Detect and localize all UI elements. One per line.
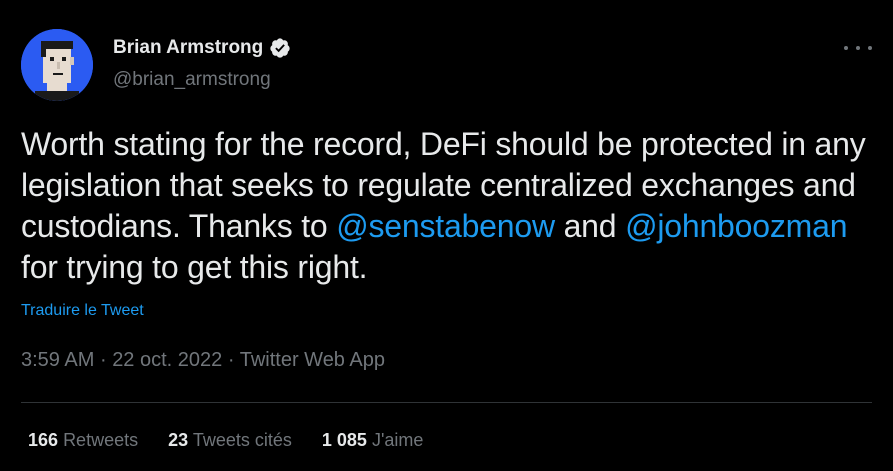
verified-badge-icon [270, 38, 290, 58]
retweets-label: Retweets [63, 430, 139, 450]
quotes-count: 23 [168, 430, 189, 450]
likes-stat[interactable]: 1 085 J'aime [322, 430, 424, 451]
author-handle[interactable]: @brian_armstrong [113, 69, 271, 91]
tweet-source[interactable]: Twitter Web App [240, 349, 385, 371]
more-dot [844, 46, 848, 50]
translate-tweet-link[interactable]: Traduire le Tweet [21, 302, 144, 320]
tweet-text-part: for trying to get this right. [21, 249, 368, 285]
tweet-card: Brian Armstrong @brian_armstrong Worth s… [0, 0, 893, 471]
retweets-count: 166 [28, 430, 59, 450]
more-dot [868, 46, 872, 50]
tweet-text: Worth stating for the record, DeFi shoul… [21, 124, 881, 288]
more-options-icon[interactable] [844, 38, 872, 58]
retweets-stat[interactable]: 166 Retweets [28, 430, 138, 451]
avatar[interactable] [21, 29, 93, 101]
author-name-row[interactable]: Brian Armstrong [113, 37, 291, 59]
author-display-name[interactable]: Brian Armstrong [113, 37, 263, 59]
likes-label: J'aime [371, 430, 424, 450]
mention-link[interactable]: @senstabenow [336, 208, 555, 244]
pixel-punk-avatar-icon [21, 29, 93, 101]
tweet-meta: 3:59 AM · 22 oct. 2022 · Twitter Web App [21, 349, 385, 372]
quotes-label: Tweets cités [192, 430, 292, 450]
meta-separator: · [99, 349, 107, 371]
tweet-stats: 166 Retweets 23 Tweets cités 1 085 J'aim… [28, 430, 423, 451]
divider [21, 402, 872, 403]
quotes-stat[interactable]: 23 Tweets cités [168, 430, 292, 451]
tweet-time[interactable]: 3:59 AM [21, 349, 94, 371]
meta-separator: · [227, 349, 235, 371]
tweet-text-part: and [554, 208, 626, 244]
more-dot [856, 46, 860, 50]
tweet-date[interactable]: 22 oct. 2022 [112, 349, 222, 371]
likes-count: 1 085 [321, 430, 367, 450]
mention-link[interactable]: @johnboozman [625, 208, 847, 244]
